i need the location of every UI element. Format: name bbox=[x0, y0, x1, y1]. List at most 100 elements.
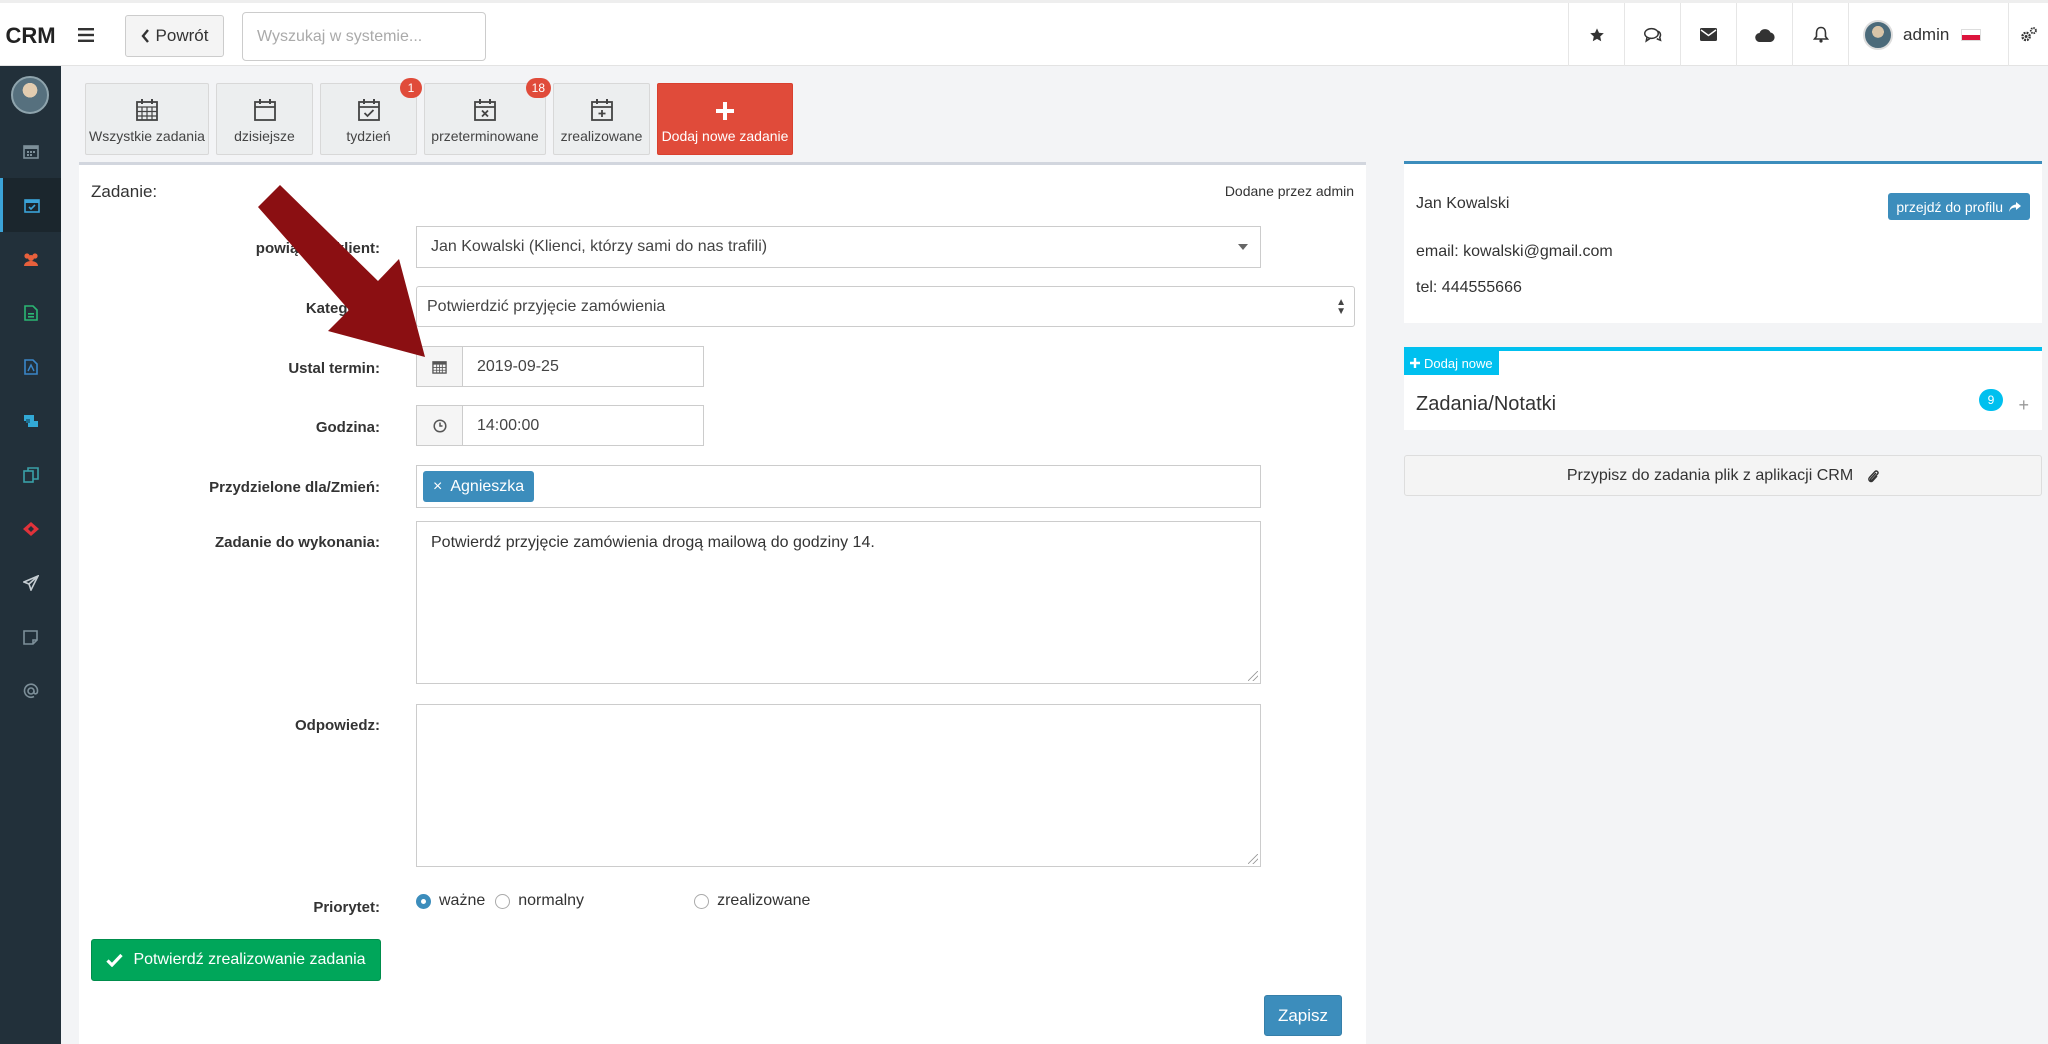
remove-tag-icon[interactable]: × bbox=[433, 478, 442, 496]
assigned-multiselect[interactable]: × Agnieszka bbox=[416, 465, 1261, 508]
add-new-task-button[interactable]: Dodaj nowe zadanie bbox=[657, 83, 793, 155]
at-icon bbox=[23, 683, 38, 698]
tab-week[interactable]: tydzień 1 bbox=[320, 78, 422, 155]
search-input[interactable] bbox=[242, 12, 486, 61]
star-icon bbox=[1589, 27, 1604, 41]
notes-count-badge: 9 bbox=[1979, 389, 2003, 411]
check-icon bbox=[106, 953, 124, 967]
attach-file-button[interactable]: Przypisz do zadania plik z aplikacji CRM bbox=[1404, 455, 2042, 496]
settings-button[interactable] bbox=[2008, 3, 2048, 66]
clock-icon bbox=[432, 418, 447, 433]
sidebar-item-copy[interactable] bbox=[0, 448, 61, 502]
back-button[interactable]: Powrót bbox=[125, 15, 224, 57]
date-label: Ustal termin: bbox=[288, 360, 380, 377]
added-by-text: Dodane przez admin bbox=[1224, 183, 1354, 199]
tasks-notes-card: Dodaj nowe Zadania/Notatki 9 + bbox=[1404, 347, 2042, 430]
go-to-profile-button[interactable]: przejdź do profilu bbox=[1888, 193, 2030, 220]
client-info-card: Jan Kowalski przejdź do profilu email: k… bbox=[1404, 161, 2042, 323]
menu-toggle-button[interactable] bbox=[72, 21, 100, 49]
task-description-textarea[interactable]: Potwierdź przyjęcie zamówienia drogą mai… bbox=[416, 521, 1261, 684]
client-label: powiązany klient: bbox=[255, 240, 380, 257]
bell-icon bbox=[1812, 26, 1829, 43]
gears-icon bbox=[2020, 26, 2037, 41]
tasks-icon bbox=[24, 199, 40, 213]
select-updown-icon: ▲ ▼ bbox=[1336, 296, 1346, 317]
flag-pl-icon[interactable] bbox=[1961, 28, 1982, 41]
tab-badge: 1 bbox=[400, 78, 422, 98]
pdf-icon bbox=[23, 359, 38, 375]
envelope-icon bbox=[1700, 28, 1717, 41]
priority-option-label: zrealizowane bbox=[717, 892, 811, 909]
messages-button[interactable] bbox=[1680, 3, 1736, 66]
plus-icon bbox=[716, 102, 734, 120]
sidebar-item-send[interactable] bbox=[0, 556, 61, 610]
tab-label: zrealizowane bbox=[560, 128, 643, 144]
sidebar-item-pdf[interactable] bbox=[0, 340, 61, 394]
task-description-value: Potwierdź przyjęcie zamówienia drogą mai… bbox=[431, 534, 875, 551]
tab-completed[interactable]: zrealizowane bbox=[553, 83, 650, 155]
tab-overdue[interactable]: przeterminowane 18 bbox=[424, 78, 551, 155]
favorites-button[interactable] bbox=[1568, 3, 1624, 66]
sidebar-item-clients[interactable] bbox=[0, 232, 61, 286]
category-select[interactable]: Potwierdzić przyjęcie zamówienia ▲ ▼ bbox=[416, 286, 1355, 327]
category-label: Kategoria: bbox=[305, 300, 380, 317]
priority-label: Priorytet: bbox=[313, 899, 380, 916]
reply-label: Odpowiedz: bbox=[295, 717, 380, 734]
sidebar bbox=[0, 66, 61, 1044]
sidebar-item-deals[interactable] bbox=[0, 394, 61, 448]
sidebar-item-tasks[interactable] bbox=[0, 178, 61, 232]
chevron-left-icon bbox=[140, 29, 149, 43]
sidebar-item-notes[interactable] bbox=[0, 610, 61, 664]
assigned-label: Przydzielone dla/Zmień: bbox=[209, 479, 380, 496]
sidebar-avatar[interactable] bbox=[11, 76, 49, 114]
note-icon bbox=[23, 629, 38, 645]
notifications-button[interactable] bbox=[1792, 3, 1848, 66]
priority-radio-important[interactable] bbox=[416, 893, 431, 909]
tab-badge: 18 bbox=[525, 78, 551, 98]
save-button[interactable]: Zapisz bbox=[1264, 995, 1342, 1036]
calendar-icon bbox=[22, 145, 39, 159]
resize-grip-icon[interactable] bbox=[1248, 854, 1258, 864]
sidebar-item-email[interactable] bbox=[0, 664, 61, 718]
confirm-completion-button[interactable]: Potwierdź zrealizowanie zadania bbox=[91, 939, 381, 981]
calendar-plus-icon bbox=[590, 99, 613, 121]
tab-today[interactable]: dzisiejsze bbox=[216, 83, 313, 155]
calendar-times-icon bbox=[474, 99, 496, 121]
sidebar-item-documents[interactable] bbox=[0, 286, 61, 340]
time-picker-button[interactable] bbox=[416, 405, 463, 446]
user-name: admin bbox=[1903, 24, 1950, 44]
client-select[interactable]: Jan Kowalski (Klienci, którzy sami do na… bbox=[416, 226, 1261, 268]
go-to-profile-label: przejdź do profilu bbox=[1896, 198, 2003, 215]
top-icon-bar: admin bbox=[1568, 3, 2048, 66]
copy-icon bbox=[22, 467, 39, 483]
client-value: Jan Kowalski (Klienci, którzy sami do na… bbox=[431, 238, 768, 255]
assignee-tag: × Agnieszka bbox=[423, 471, 535, 502]
users-icon bbox=[23, 253, 38, 266]
date-picker-button[interactable] bbox=[416, 346, 463, 387]
priority-radio-completed[interactable] bbox=[694, 893, 710, 909]
cloud-button[interactable] bbox=[1736, 3, 1792, 66]
tab-all-tasks[interactable]: Wszystkie zadania bbox=[85, 83, 209, 155]
client-name: Jan Kowalski bbox=[1416, 195, 1510, 212]
add-note-button[interactable]: Dodaj nowe bbox=[1404, 351, 1499, 375]
chat-button[interactable] bbox=[1624, 3, 1680, 66]
reply-textarea[interactable] bbox=[416, 704, 1261, 867]
date-input[interactable]: 2019-09-25 bbox=[462, 346, 704, 387]
category-value: Potwierdzić przyjęcie zamówienia bbox=[427, 297, 666, 315]
resize-grip-icon[interactable] bbox=[1248, 671, 1258, 681]
user-menu[interactable]: admin bbox=[1848, 3, 2008, 66]
expand-plus-icon[interactable]: + bbox=[2018, 395, 2029, 416]
attach-file-label: Przypisz do zadania plik z aplikacji CRM bbox=[1566, 466, 1854, 484]
time-input[interactable]: 14:00:00 bbox=[462, 405, 704, 446]
calendar-icon bbox=[432, 361, 447, 374]
caret-down-icon bbox=[1238, 244, 1248, 250]
sidebar-item-tickets[interactable] bbox=[0, 502, 61, 556]
cloud-icon bbox=[1754, 28, 1775, 42]
calendar-blank-icon bbox=[253, 99, 276, 121]
hamburger-icon bbox=[78, 28, 94, 42]
priority-radio-normal[interactable] bbox=[495, 893, 511, 909]
app-logo[interactable]: CRM bbox=[0, 6, 61, 66]
tab-label: tydzień bbox=[346, 128, 391, 144]
back-button-label: Powrót bbox=[155, 26, 209, 45]
sidebar-item-calendar[interactable] bbox=[0, 124, 61, 178]
